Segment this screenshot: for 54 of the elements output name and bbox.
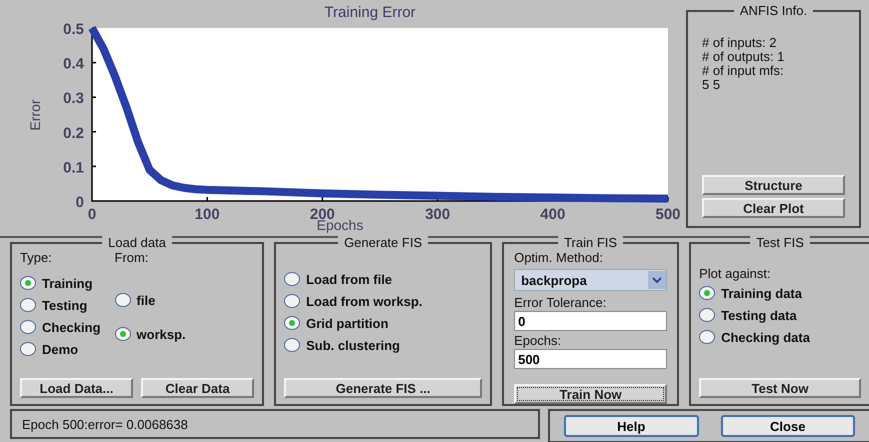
action-button[interactable]: Close [720, 415, 855, 437]
info-text: # of outputs: 1 [702, 50, 786, 64]
input-field[interactable]: 0 [514, 311, 668, 331]
group-title: Test FIS [750, 236, 810, 250]
tick-label: 300 [425, 206, 450, 223]
status-bar: Epoch 500:error= 0.0068638 [10, 409, 540, 439]
group-title: Load data [102, 236, 172, 250]
radio-button[interactable]: Load from worksp. [284, 290, 482, 312]
field-label: From: [114, 250, 150, 266]
radio-button[interactable]: worksp. [114, 317, 186, 351]
field-label: Plot against: [699, 266, 772, 282]
tick-label: 0.3 [63, 90, 84, 108]
tick-label: 500 [655, 206, 680, 223]
radio-button[interactable]: Load from file [284, 268, 482, 290]
info-text: # of inputs: 2 [702, 36, 778, 50]
radio-button[interactable]: file [114, 283, 186, 317]
action-button[interactable]: Clear Data [141, 378, 254, 398]
field-label: Type: [20, 250, 53, 266]
action-button[interactable]: Structure [702, 175, 845, 195]
chart-title: Training Error [324, 4, 416, 21]
radio-button[interactable]: Sub. clustering [284, 334, 482, 356]
train-button[interactable]: Train Now [514, 384, 668, 404]
radio-button[interactable]: Checking [20, 316, 101, 338]
axis-title: Error [27, 99, 43, 131]
action-button[interactable]: Clear Plot [702, 198, 845, 218]
radio-button[interactable]: Grid partition [284, 312, 482, 334]
method-dropdown[interactable]: backpropa [514, 269, 668, 291]
tick-label: 0.1 [63, 159, 84, 176]
field-label: Error Tolerance: [514, 295, 608, 311]
info-text: # of input mfs: [702, 64, 785, 78]
group-title: Train FIS [558, 236, 624, 250]
field-label: Optim. Method: [514, 250, 604, 266]
tick-label: 400 [540, 206, 566, 223]
radio-button[interactable]: Training [20, 272, 101, 294]
action-button[interactable]: Load Data... [20, 378, 134, 398]
group-title: ANFIS Info. [734, 4, 814, 18]
tick-label: 0 [76, 194, 84, 211]
info-text: 5 5 [702, 78, 722, 92]
action-button[interactable]: Test Now [699, 378, 861, 398]
tick-label: 0.2 [63, 124, 84, 142]
radio-button[interactable]: Demo [20, 338, 101, 360]
radio-button[interactable]: Testing data [699, 304, 861, 326]
radio-button[interactable]: Testing [20, 294, 101, 316]
input-field[interactable]: 500 [514, 349, 668, 369]
tick-label: 0.5 [63, 21, 84, 38]
action-button[interactable]: Help [564, 415, 698, 437]
tick-label: 100 [194, 206, 220, 223]
group-title: Generate FIS [338, 236, 428, 250]
radio-button[interactable]: Training data [699, 282, 861, 304]
tick-label: 0.4 [63, 56, 84, 73]
field-label: Epochs: [514, 333, 562, 349]
tick-label: 0 [88, 206, 96, 223]
radio-button[interactable]: Checking data [699, 326, 861, 348]
action-button[interactable]: Generate FIS ... [284, 378, 482, 398]
